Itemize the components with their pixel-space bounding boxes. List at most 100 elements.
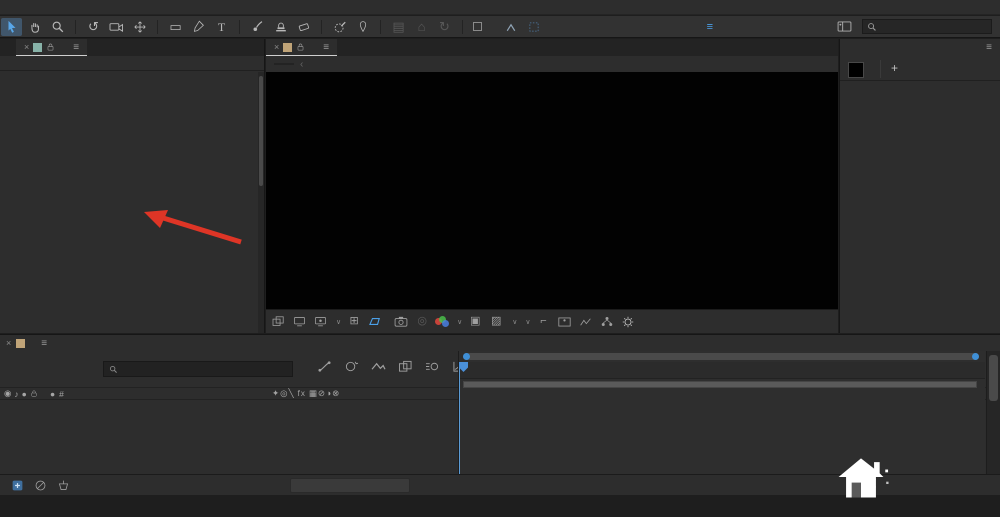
comp-thumb-icon	[16, 339, 25, 348]
workspace-switcher-icon[interactable]	[834, 18, 855, 36]
frame-blend-icon[interactable]	[398, 360, 413, 378]
info-panel-body: +	[840, 56, 1000, 80]
timeline-track-area[interactable]	[458, 351, 985, 474]
search-icon	[867, 22, 877, 32]
snapshot-camera-icon[interactable]	[393, 314, 409, 330]
effect-panel-scrollbar[interactable]	[258, 72, 264, 333]
share-icon[interactable]	[500, 18, 521, 36]
composition-flowchart-icon[interactable]	[317, 360, 332, 378]
timeline-icon[interactable]	[578, 314, 594, 330]
monitor-icon[interactable]	[291, 314, 307, 330]
panel-menu-icon[interactable]: ≡	[41, 338, 47, 349]
lock-icon[interactable]	[296, 42, 305, 52]
expand-layer-switches-icon[interactable]	[7, 476, 28, 494]
comp-flowchart-icon[interactable]	[599, 314, 615, 330]
help-search-input[interactable]	[881, 21, 981, 32]
shape-tool[interactable]: ▭	[165, 18, 186, 36]
lock-icon[interactable]	[46, 42, 55, 52]
info-color-swatch	[848, 62, 864, 78]
toolbar-separator	[462, 20, 463, 34]
timeline-vertical-scrollbar[interactable]	[986, 351, 1000, 474]
zoom-handle-right[interactable]	[972, 353, 979, 360]
effect-property-list	[0, 72, 258, 333]
watermark-house-icon	[833, 449, 889, 505]
motion-blur-icon[interactable]	[425, 360, 440, 378]
panel-menu-icon[interactable]: ≡	[986, 42, 992, 53]
show-snapshot-icon[interactable]: ◎	[414, 314, 430, 330]
pan-behind-tool[interactable]	[129, 18, 150, 36]
timeline-search-input[interactable]	[122, 364, 282, 374]
timeline-tabbar: × ≡	[0, 335, 1000, 351]
label-column-icon: ●	[50, 389, 55, 399]
toggle-switches-modes-button[interactable]	[290, 478, 410, 493]
roto-brush-tool[interactable]	[329, 18, 350, 36]
watermark	[833, 449, 895, 505]
snap-toggle[interactable]	[473, 22, 486, 31]
eraser-tool[interactable]	[293, 18, 314, 36]
expand-inout-panes-icon[interactable]	[53, 476, 74, 494]
hide-shy-icon[interactable]	[371, 360, 386, 378]
clone-stamp-tool[interactable]	[270, 18, 291, 36]
region-of-interest-icon[interactable]: ▣	[467, 314, 483, 330]
reset-exposure-icon[interactable]	[620, 314, 636, 330]
draft-3d-icon[interactable]	[344, 360, 359, 378]
view-tab-inactive[interactable]	[309, 63, 321, 65]
workspace-menu-icon[interactable]: ≡	[707, 21, 713, 33]
mask-visibility-icon[interactable]	[367, 314, 383, 330]
hand-tool[interactable]	[24, 18, 45, 36]
time-ruler[interactable]	[459, 362, 985, 379]
orbit-camera-tool[interactable]: ↺	[83, 18, 104, 36]
camera-tool[interactable]	[106, 18, 127, 36]
effect-panel-tabbar: × ≡	[0, 39, 264, 56]
tab-composition[interactable]: × ≡	[266, 39, 337, 56]
tab-effect-controls[interactable]: × ≡	[16, 39, 87, 56]
viewer-tabbar: × ≡	[266, 39, 838, 56]
grid-guides-icon[interactable]: ⊞	[346, 314, 362, 330]
playhead-line[interactable]	[459, 362, 460, 474]
marquee-options-icon[interactable]	[523, 18, 544, 36]
pixel-aspect-icon[interactable]: ⌐	[536, 314, 552, 330]
audio-column-icon: ♪	[14, 389, 18, 399]
expand-transfer-controls-icon[interactable]	[30, 476, 51, 494]
monitor-eye-icon[interactable]	[312, 314, 328, 330]
toolbar-separator	[75, 20, 76, 34]
pen-tool[interactable]	[188, 18, 209, 36]
toolbar-separator	[157, 20, 158, 34]
transparency-grid-icon[interactable]: ▨	[488, 314, 504, 330]
brush-tool[interactable]	[247, 18, 268, 36]
type-tool[interactable]: T	[211, 18, 232, 36]
close-icon[interactable]: ×	[24, 42, 29, 52]
close-icon[interactable]: ×	[6, 338, 11, 348]
view-layout-dropdown[interactable]: ∨	[522, 318, 530, 326]
composition-viewport[interactable]	[266, 72, 838, 309]
close-icon[interactable]: ×	[274, 42, 279, 52]
timeline-zoom-bar[interactable]	[463, 353, 979, 360]
resolution-dropdown[interactable]: ∨	[454, 318, 462, 326]
selection-tool[interactable]	[1, 18, 22, 36]
snap-checkbox[interactable]	[473, 22, 482, 31]
work-area-bar[interactable]	[463, 381, 977, 388]
tab-project[interactable]	[0, 39, 16, 56]
lock-column-icon	[30, 389, 38, 398]
zoom-tool[interactable]	[47, 18, 68, 36]
view-tab-chevron-icon[interactable]: ‹	[300, 59, 303, 70]
info-panel-header[interactable]: ≡	[840, 39, 1000, 56]
panel-thumb-icon	[33, 43, 42, 52]
panel-menu-icon[interactable]: ≡	[323, 42, 329, 53]
tool-bar: ↺ ▭ T ▤ ⌂ ↻	[0, 16, 1000, 38]
fast-previews-icon[interactable]	[557, 314, 573, 330]
snapshot-layers-icon[interactable]	[270, 314, 286, 330]
zoom-level-dropdown[interactable]: ∨	[333, 318, 341, 326]
timeline-search[interactable]	[103, 361, 293, 377]
show-channel-icon[interactable]	[435, 316, 449, 328]
effect-breadcrumb	[0, 56, 264, 71]
view-tab-active[interactable]	[274, 63, 294, 65]
puppet-pin-tool[interactable]	[352, 18, 373, 36]
panel-menu-icon[interactable]: ≡	[73, 42, 79, 53]
after-effects-window: ↺ ▭ T ▤ ⌂ ↻	[0, 0, 1000, 517]
camera-view-dropdown[interactable]: ∨	[509, 318, 517, 326]
zoom-handle-left[interactable]	[463, 353, 470, 360]
help-search[interactable]	[862, 19, 992, 34]
toolbar-separator	[239, 20, 240, 34]
workspace-bar: ≡	[687, 18, 1000, 36]
